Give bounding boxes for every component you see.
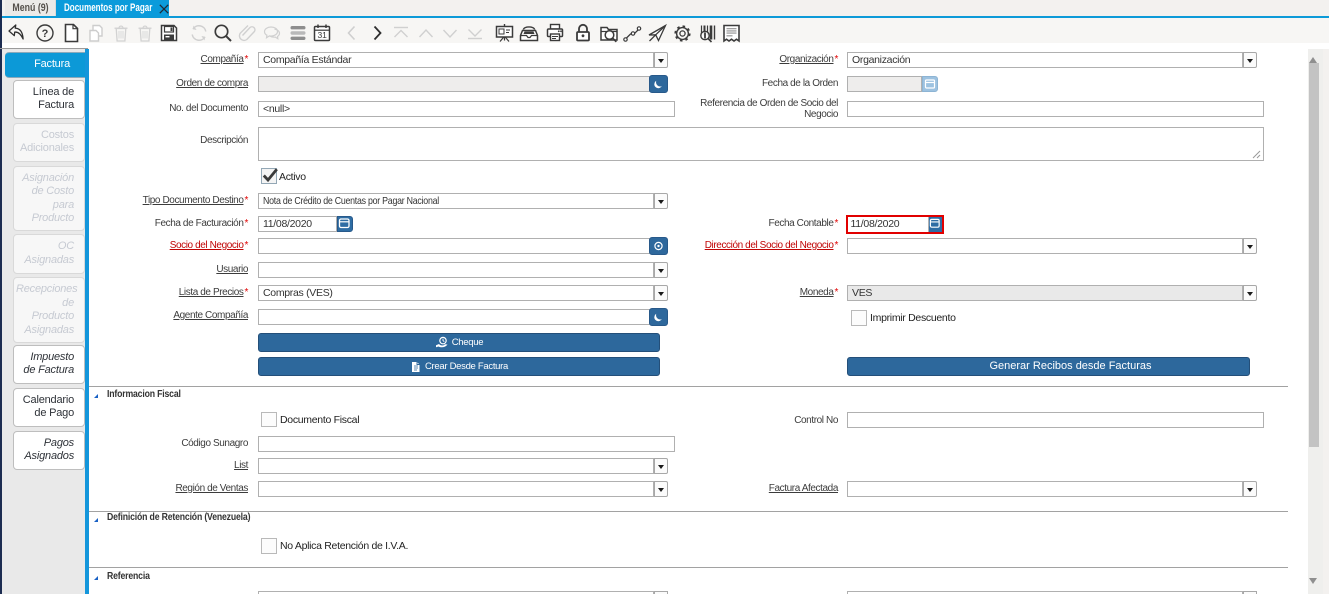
svg-text:31: 31 bbox=[317, 30, 327, 40]
svg-text:?: ? bbox=[42, 28, 49, 40]
